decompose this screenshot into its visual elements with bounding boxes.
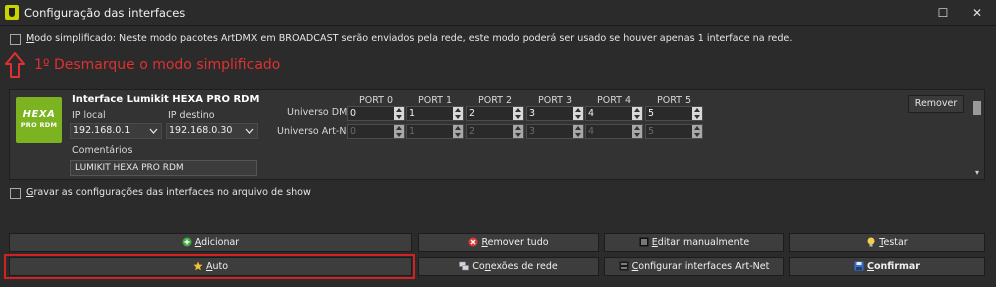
spin-arrows-icon	[573, 125, 583, 138]
remove-interface-button[interactable]: Remover	[908, 95, 964, 113]
spin-arrows-icon[interactable]	[573, 107, 583, 120]
dest-ip-select[interactable]: 192.168.0.30	[166, 123, 258, 139]
scroll-down-icon[interactable]: ▾	[972, 168, 982, 178]
interface-logo: HEXA PRO RDM	[16, 97, 62, 143]
port-5-dmx-spinbox[interactable]: 5	[645, 106, 703, 121]
auto-highlight-annotation	[4, 254, 415, 279]
save-in-show-label[interactable]: Gravar as configurações das interfaces n…	[26, 187, 311, 198]
port-0-artnet-spinbox: 0	[347, 124, 405, 139]
port-5-artnet-spinbox: 5	[645, 124, 703, 139]
close-button[interactable]: ✕	[958, 0, 996, 26]
interface-panel: HEXA PRO RDM Interface Lumikit HEXA PRO …	[9, 89, 985, 180]
interface-name: Interface Lumikit HEXA PRO RDM	[72, 94, 260, 105]
save-in-show-checkbox[interactable]	[10, 188, 21, 199]
local-ip-label: IP local	[72, 110, 106, 121]
universe-artnet-label: Universo Art-Net	[277, 126, 357, 137]
spin-arrows-icon[interactable]	[632, 107, 642, 120]
artnet-icon	[619, 261, 629, 270]
port-4-artnet-spinbox: 4	[585, 124, 643, 139]
universe-dmx-label: Universo DMX	[287, 107, 354, 118]
spin-arrows-icon	[453, 125, 463, 138]
annotation-text: 1º Desmarque o modo simplificado	[34, 57, 281, 73]
dest-ip-label: IP destino	[168, 110, 215, 121]
spin-arrows-icon[interactable]	[692, 107, 702, 120]
spin-arrows-icon	[513, 125, 523, 138]
port-0-header: PORT 0	[359, 95, 393, 106]
chevron-down-icon	[149, 128, 158, 134]
confirm-button[interactable]: Confirmar	[789, 257, 985, 276]
port-0-dmx-spinbox[interactable]: 0	[347, 106, 405, 121]
save-icon	[854, 261, 864, 270]
simplified-mode-checkbox[interactable]	[10, 34, 21, 45]
port-1-artnet-spinbox: 1	[406, 124, 464, 139]
list-icon	[639, 237, 649, 246]
port-2-artnet-spinbox: 2	[466, 124, 524, 139]
window-title: Configuração das interfaces	[24, 6, 186, 20]
comments-field[interactable]: LUMIKIT HEXA PRO RDM	[70, 160, 257, 176]
spin-arrows-icon[interactable]	[513, 107, 523, 120]
edit-manually-button[interactable]: Editar manualmente	[604, 233, 784, 252]
scrollbar-thumb[interactable]	[973, 101, 981, 115]
test-button[interactable]: Testar	[789, 233, 985, 252]
local-ip-select[interactable]: 192.168.0.1	[70, 123, 162, 139]
network-icon	[459, 261, 470, 270]
spin-arrows-icon	[632, 125, 642, 138]
port-3-dmx-spinbox[interactable]: 3	[526, 106, 584, 121]
simplified-mode-label[interactable]: Modo simplificado: Neste modo pacotes Ar…	[26, 33, 792, 44]
port-1-header: PORT 1	[418, 95, 452, 106]
port-1-dmx-spinbox[interactable]: 1	[406, 106, 464, 121]
port-4-dmx-spinbox[interactable]: 4	[585, 106, 643, 121]
remove-circle-icon	[468, 237, 478, 246]
port-4-header: PORT 4	[597, 95, 631, 106]
app-logo-icon	[5, 5, 19, 20]
port-5-header: PORT 5	[657, 95, 691, 106]
spin-arrows-icon	[394, 125, 404, 138]
lightbulb-icon	[867, 237, 875, 246]
maximize-button[interactable]: ☐	[924, 0, 962, 26]
spin-arrows-icon[interactable]	[453, 107, 463, 120]
remove-all-button[interactable]: Remover tudo	[418, 233, 599, 252]
port-2-header: PORT 2	[478, 95, 512, 106]
panel-scrollbar[interactable]: ▾	[972, 96, 982, 178]
add-button[interactable]: Adicionar	[9, 233, 412, 252]
spin-arrows-icon[interactable]	[394, 107, 404, 120]
comments-label: Comentários	[72, 145, 133, 156]
port-2-dmx-spinbox[interactable]: 2	[466, 106, 524, 121]
port-3-artnet-spinbox: 3	[526, 124, 584, 139]
chevron-down-icon	[245, 128, 254, 134]
spin-arrows-icon	[692, 125, 702, 138]
title-bar: Configuração das interfaces ☐ ✕	[0, 0, 996, 26]
port-3-header: PORT 3	[538, 95, 572, 106]
plus-circle-icon	[182, 237, 192, 246]
network-connections-button[interactable]: Conexões de rede	[418, 257, 599, 276]
annotation-arrow-icon	[5, 52, 25, 78]
configure-artnet-button[interactable]: Configurar interfaces Art-Net	[604, 257, 784, 276]
